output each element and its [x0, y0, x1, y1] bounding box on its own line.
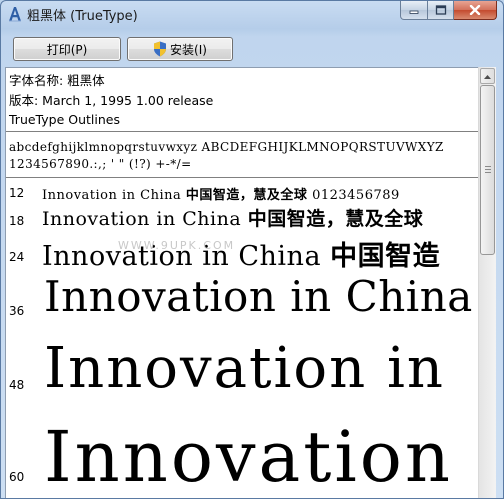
sample-text: Innovation in: [44, 336, 445, 401]
font-type-line: TrueType Outlines: [9, 112, 120, 127]
caption-buttons: [400, 1, 497, 20]
font-version-line: 版本: March 1, 1995 1.00 release: [9, 92, 214, 108]
install-button-label: 安装(I): [170, 42, 207, 57]
sample-text: Innovation in China 中国智造，慧及全球: [42, 208, 424, 230]
size-label: 18: [9, 214, 25, 228]
minimize-button[interactable]: [400, 1, 428, 20]
uac-shield-icon: [153, 41, 167, 57]
scroll-up-button[interactable]: [480, 68, 495, 84]
font-info: 字体名称: 粗黑体 版本: March 1, 1995 1.00 release…: [9, 71, 213, 130]
maximize-button[interactable]: [428, 1, 454, 20]
title-bar[interactable]: 粗黑体 (TrueType): [1, 1, 503, 29]
vertical-scrollbar[interactable]: [478, 67, 496, 498]
font-name-line: 字体名称: 粗黑体: [9, 73, 105, 88]
font-app-icon: [7, 5, 23, 23]
toolbar: 打印(P) 安装(I): [1, 29, 503, 67]
size-label: 36: [9, 304, 25, 318]
size-label: 24: [9, 250, 25, 264]
watermark: WWW.9UPK.COM: [118, 239, 236, 252]
thumb-grip: [485, 172, 491, 173]
size-label: 48: [9, 378, 25, 392]
sample-text: Innovation in China: [44, 272, 473, 321]
thumb-grip: [485, 166, 491, 167]
size-label: 60: [9, 470, 25, 484]
sample-text: Innovation in China 中国智造，慧及全球 0123456789: [42, 188, 400, 203]
charset-digits-symbols: 1234567890.:,; ' " (!?) +-*/=: [9, 157, 192, 171]
character-set-sample: abcdefghijklmnopqrstuvwxyz ABCDEFGHIJKLM…: [9, 139, 444, 173]
scroll-thumb[interactable]: [480, 85, 495, 255]
sample-text: Innovation: [44, 416, 453, 498]
window-title: 粗黑体 (TrueType): [27, 9, 138, 24]
divider: [6, 177, 480, 178]
close-button[interactable]: [454, 1, 497, 20]
sample-text: Innovation in China 中国智造: [42, 241, 441, 272]
charset-letters: abcdefghijklmnopqrstuvwxyz ABCDEFGHIJKLM…: [9, 140, 444, 154]
size-label: 12: [9, 186, 25, 200]
font-viewer-window: 粗黑体 (TrueType) 打印(P) 安装(I) 字体名称: 粗黑体 版本:…: [0, 0, 504, 499]
install-button[interactable]: 安装(I): [127, 37, 233, 61]
print-button-label: 打印(P): [46, 42, 88, 57]
font-preview-pane: 字体名称: 粗黑体 版本: March 1, 1995 1.00 release…: [5, 67, 496, 498]
print-button[interactable]: 打印(P): [13, 37, 121, 61]
divider: [6, 131, 480, 132]
thumb-grip: [485, 169, 491, 170]
